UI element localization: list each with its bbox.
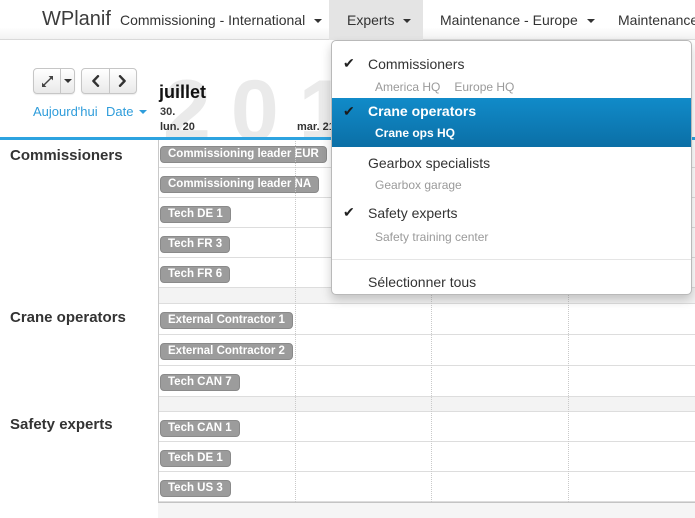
next-button[interactable] [109, 69, 136, 93]
check-icon: ✔ [343, 55, 355, 72]
chevron-down-icon [587, 19, 595, 23]
view-button-group [33, 68, 75, 94]
nav-label: Commissioning - International [120, 12, 305, 28]
menu-subitem-europe-hq[interactable]: Europe HQ [454, 80, 514, 94]
menu-item-commissioners[interactable]: Commissioners [368, 55, 464, 73]
menu-item-select-all[interactable]: Sélectionner tous [332, 267, 691, 295]
resource-pill[interactable]: Tech FR 3 [160, 236, 230, 253]
day-divider [295, 138, 296, 502]
resource-pill[interactable]: Commissioning leader EUR [160, 146, 327, 163]
rows-crane-operators: External Contractor 1 External Contracto… [158, 304, 695, 397]
menu-subitem-america-hq[interactable]: America HQ [375, 80, 440, 94]
nav-label: Maintenance - [618, 12, 695, 28]
chevron-right-icon [118, 75, 127, 87]
chevron-down-icon [64, 79, 72, 83]
resource-pill[interactable]: Tech CAN 1 [160, 420, 240, 437]
month-title: juillet [159, 82, 206, 103]
timeline-row[interactable]: External Contractor 2 [158, 335, 695, 366]
resource-pill[interactable]: External Contractor 1 [160, 312, 293, 329]
resource-pill[interactable]: Tech US 3 [160, 480, 231, 497]
menu-item-crane-operators[interactable]: Crane operators [368, 102, 476, 120]
select-all-label: Sélectionner tous [368, 274, 476, 290]
chevron-down-icon [314, 19, 322, 23]
nav-experts[interactable]: Experts [329, 0, 423, 40]
menu-subitem-crane-ops-hq[interactable]: Crane ops HQ [375, 125, 455, 141]
resource-group-commissioners: Commissioners [10, 147, 123, 164]
resource-group-crane-operators: Crane operators [10, 309, 126, 326]
menu-item-crane-operators-active[interactable]: ✔ Crane operators Crane ops HQ [332, 98, 691, 147]
nav-maintenance-2[interactable]: Maintenance - [618, 12, 695, 28]
week-number: 30. [160, 106, 175, 118]
app-brand[interactable]: WPlanif [42, 8, 111, 31]
resource-pill[interactable]: Tech FR 6 [160, 266, 230, 283]
resource-pill[interactable]: Tech DE 1 [160, 450, 231, 467]
chevron-down-icon [403, 19, 411, 23]
date-menu-link[interactable]: Date [106, 104, 147, 119]
check-icon: ✔ [343, 204, 355, 221]
chevron-down-icon [139, 110, 147, 114]
resource-pill[interactable]: External Contractor 2 [160, 343, 293, 360]
previous-button[interactable] [82, 69, 109, 93]
wplanif-app: 2015 juillet 30. lun. 20 mar. 21 Commiss… [0, 0, 695, 518]
timeline-row[interactable]: External Contractor 1 [158, 304, 695, 335]
menu-subitem-gearbox-garage[interactable]: Gearbox garage [375, 177, 462, 193]
expand-view-button[interactable] [34, 69, 60, 93]
nav-label: Experts [347, 12, 411, 28]
menu-item-gearbox-specialists[interactable]: Gearbox specialists [368, 154, 490, 172]
nav-label: Maintenance - Europe [440, 12, 578, 28]
check-icon: ✔ [343, 103, 355, 120]
chevron-left-icon [91, 75, 100, 87]
timeline-row[interactable]: Tech CAN 7 [158, 366, 695, 397]
navbar: WPlanif Commissioning - International Ex… [0, 0, 695, 40]
nav-commissioning-international[interactable]: Commissioning - International [120, 12, 322, 28]
view-dropdown-button[interactable] [60, 69, 74, 93]
timeline-row[interactable]: Tech US 3 [158, 472, 695, 502]
resource-pill[interactable]: Tech CAN 7 [160, 374, 240, 391]
resize-full-icon [41, 75, 54, 88]
nav-maintenance-europe[interactable]: Maintenance - Europe [440, 12, 595, 28]
grid-left-border [158, 138, 159, 502]
day-header-tue: mar. 21 [297, 121, 335, 133]
menu-subitems: America HQ Europe HQ [375, 79, 528, 95]
experts-dropdown-menu: ✔ Commissioners America HQ Europe HQ ✔ Cr… [331, 40, 692, 295]
resource-pill[interactable]: Tech DE 1 [160, 206, 231, 223]
group-separator [158, 397, 695, 412]
day-header-mon: lun. 20 [160, 121, 195, 133]
rows-safety-experts: Tech CAN 1 Tech DE 1 Tech US 3 [158, 412, 695, 502]
timeline-row[interactable]: Tech CAN 1 [158, 412, 695, 442]
navigation-button-group [81, 68, 137, 94]
date-menu-label: Date [106, 104, 133, 119]
menu-subitem-safety-training-center[interactable]: Safety training center [375, 229, 488, 245]
timeline-row[interactable]: Tech DE 1 [158, 442, 695, 472]
menu-item-safety-experts[interactable]: Safety experts [368, 204, 458, 222]
menu-divider [332, 259, 691, 260]
resource-group-safety-experts: Safety experts [10, 416, 113, 433]
today-link[interactable]: Aujourd'hui [33, 104, 98, 119]
grid-footer-band [158, 502, 695, 518]
